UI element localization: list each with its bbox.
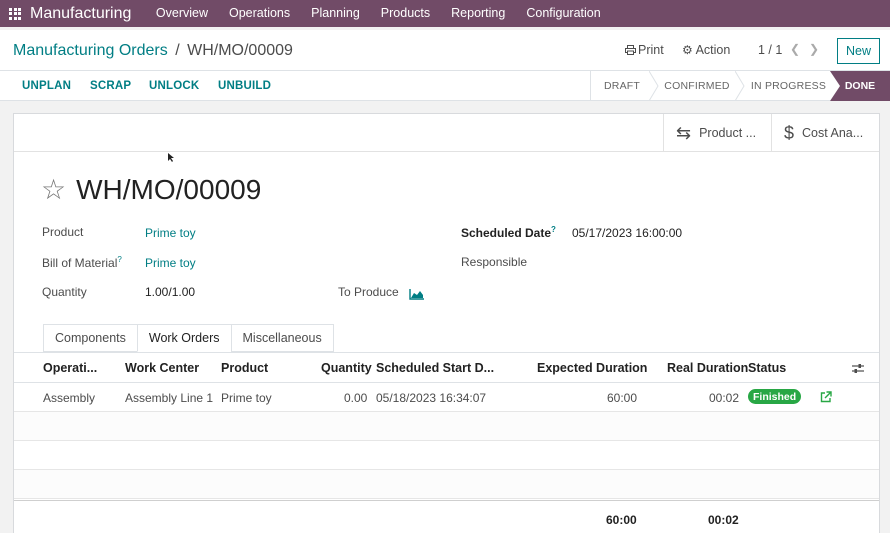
action-bar: UNPLAN SCRAP UNLOCK UNBUILD DRAFT CONFIR… [0,71,890,101]
empty-row [14,441,879,470]
unbuild-button[interactable]: UNBUILD [218,80,271,92]
notebook-tabs: Components Work Orders Miscellaneous [43,324,334,352]
empty-row [14,412,879,441]
status-in-progress[interactable]: IN PROGRESS [745,71,832,101]
status-draft[interactable]: DRAFT [594,71,650,101]
status-badge: Finished [748,389,802,404]
menu-planning[interactable]: Planning [301,0,371,27]
product-value[interactable]: Prime toy [145,226,196,240]
bom-label-text: Bill of Material [42,256,118,270]
optional-columns-icon[interactable] [852,363,864,374]
help-icon[interactable]: ? [551,225,556,234]
responsible-label: Responsible [461,255,528,269]
breadcrumb: Manufacturing Orders / WH/MO/00009 [13,42,293,60]
external-link-icon[interactable] [820,391,832,403]
product-label: Product [42,225,84,239]
menu-overview[interactable]: Overview [145,0,218,27]
cell-real-duration: 00:02 [709,391,740,405]
status-confirmed[interactable]: CONFIRMED [658,71,736,101]
unlock-button[interactable]: UNLOCK [149,80,199,92]
column-product[interactable]: Product [221,361,268,375]
action-button[interactable]: ⚙ Action [682,43,730,57]
column-scheduled-start[interactable]: Scheduled Start D... [376,361,494,375]
quantity-label: Quantity [42,285,87,299]
product-moves-label: Product ... [699,126,757,140]
status-done[interactable]: DONE [830,71,890,101]
chevron-left-icon[interactable]: ❮ [790,42,800,56]
scheduled-date-value[interactable]: 05/17/2023 16:00:00 [572,226,682,240]
chevron-right-icon[interactable]: ❯ [809,42,819,56]
mouse-cursor-icon [168,153,174,162]
menu-configuration[interactable]: Configuration [516,0,611,27]
empty-row [14,470,879,499]
tab-miscellaneous[interactable]: Miscellaneous [230,324,334,352]
pager-value[interactable]: 1 / 1 [758,43,782,57]
product-moves-button[interactable]: ⇆ Product ... [663,114,771,152]
tab-components[interactable]: Components [43,324,138,352]
help-icon[interactable]: ? [117,255,121,264]
column-operation[interactable]: Operati... [43,361,97,375]
total-expected-duration: 60:00 [606,513,637,527]
column-real-duration[interactable]: Real Duration [667,361,748,375]
menu-operations[interactable]: Operations [218,0,300,27]
unplan-button[interactable]: UNPLAN [22,80,71,92]
tab-work-orders[interactable]: Work Orders [136,324,232,352]
cost-analysis-button[interactable]: $ Cost Ana... [771,114,879,152]
column-quantity[interactable]: Quantity [321,361,372,375]
apps-grid-icon[interactable] [0,0,30,27]
gear-icon: ⚙ [682,43,693,57]
print-button[interactable]: Print [625,43,664,57]
print-label: Print [638,43,664,57]
breadcrumb-parent[interactable]: Manufacturing Orders [13,42,168,59]
printer-icon [625,45,636,55]
scheduled-date-label-text: Scheduled Date [461,226,552,240]
breadcrumb-separator: / [175,42,180,59]
column-status[interactable]: Status [748,361,786,375]
table-header: Operati... Work Center Product Quantity … [14,353,879,383]
column-expected-duration[interactable]: Expected Duration [537,361,647,375]
star-icon[interactable]: ☆ [41,176,66,204]
menu-reporting[interactable]: Reporting [441,0,516,27]
cell-expected-duration: 60:00 [607,391,638,405]
cell-work-center: Assembly Line 1 [125,391,214,405]
record-title-row: ☆ WH/MO/00009 [41,174,261,206]
breadcrumb-current: WH/MO/00009 [187,42,293,59]
smart-button-box: ⇆ Product ... $ Cost Ana... [14,114,879,152]
cell-product: Prime toy [221,391,272,405]
total-real-duration: 00:02 [708,513,739,527]
record-title: WH/MO/00009 [76,174,262,205]
statusbar-divider [590,71,591,101]
top-navbar: Manufacturing Overview Operations Planni… [0,0,890,27]
app-name[interactable]: Manufacturing [30,5,131,23]
exchange-arrows-icon: ⇆ [676,122,692,143]
control-panel: Manufacturing Orders / WH/MO/00009 Print… [0,30,890,71]
bom-label: Bill of Material? [42,255,122,270]
new-button[interactable]: New [837,38,880,64]
status-done-label: DONE [844,80,876,92]
scrap-button[interactable]: SCRAP [90,80,131,92]
area-chart-icon[interactable] [409,288,425,300]
cell-scheduled-start: 05/18/2023 16:34:07 [376,391,487,405]
column-work-center[interactable]: Work Center [125,361,199,375]
cost-analysis-label: Cost Ana... [802,126,864,140]
scheduled-date-label: Scheduled Date? [461,225,556,240]
status-arrow-separator [735,71,745,101]
cell-quantity: 0.00 [344,391,368,405]
action-label: Action [695,43,731,57]
quantity-value: 1.00/1.00 [145,285,196,299]
cell-operation: Assembly [43,391,96,405]
bom-value[interactable]: Prime toy [145,256,196,270]
table-footer: 60:00 00:02 [14,500,879,533]
table-row[interactable]: Assembly Assembly Line 1 Prime toy 0.00 … [14,383,879,412]
to-produce-label: To Produce [338,285,399,299]
menu-products[interactable]: Products [370,0,440,27]
dollar-icon: $ [784,122,795,143]
form-sheet: ⇆ Product ... $ Cost Ana... ☆ WH/MO/0000… [13,113,880,533]
